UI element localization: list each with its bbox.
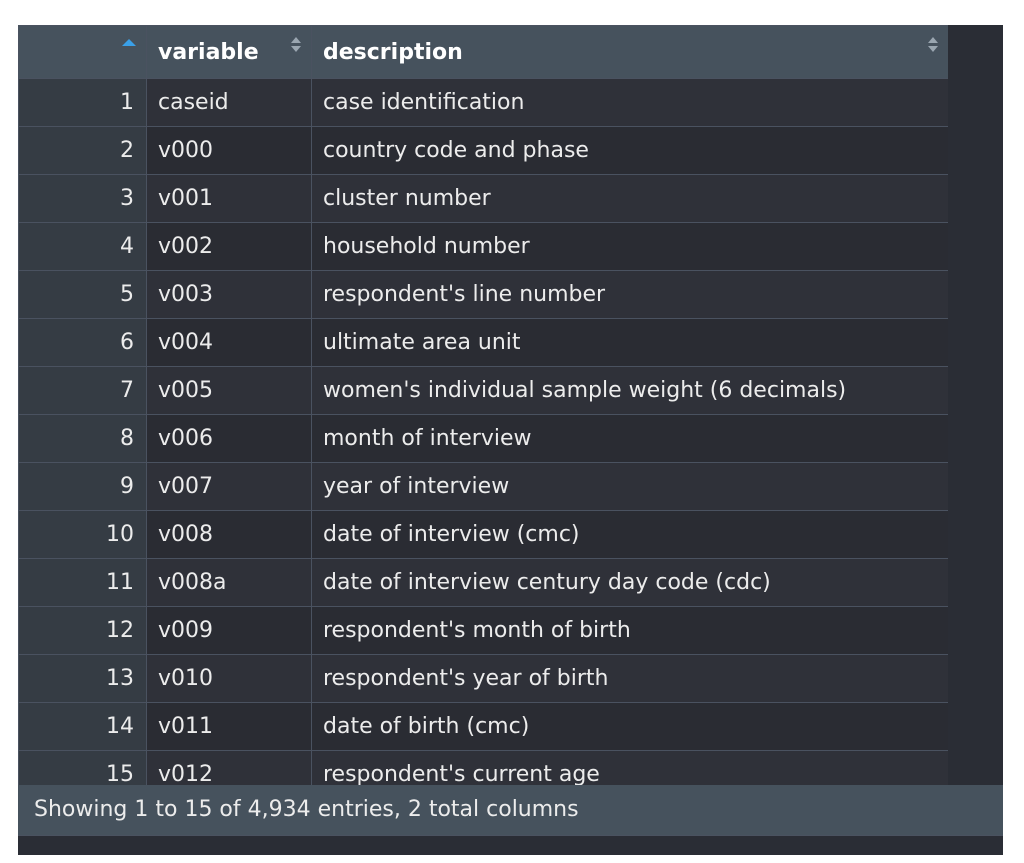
cell-variable: v003 <box>146 270 312 319</box>
table-row[interactable]: 8 v006 month of interview <box>18 414 948 463</box>
table-row[interactable]: 11 v008a date of interview century day c… <box>18 558 948 607</box>
row-index: 4 <box>18 222 147 271</box>
cell-variable: v005 <box>146 366 312 415</box>
header-label: variable <box>158 39 259 65</box>
row-index: 11 <box>18 558 147 607</box>
header-index[interactable] <box>18 25 147 79</box>
sort-both-icon[interactable] <box>291 37 301 55</box>
cell-description: household number <box>311 222 948 271</box>
table-row[interactable]: 6 v004 ultimate area unit <box>18 318 948 367</box>
cell-variable: v000 <box>146 126 312 175</box>
cell-variable: v001 <box>146 174 312 223</box>
cell-description: cluster number <box>311 174 948 223</box>
row-index: 15 <box>18 750 147 785</box>
cell-variable: v012 <box>146 750 312 785</box>
header-description[interactable]: description <box>311 25 948 79</box>
cell-variable: v004 <box>146 318 312 367</box>
cell-description: case identification <box>311 78 948 127</box>
cell-description: respondent's current age <box>311 750 948 785</box>
row-index: 12 <box>18 606 147 655</box>
row-index: 9 <box>18 462 147 511</box>
data-table: variable description 1 caseid case ident… <box>18 25 948 785</box>
table-row[interactable]: 15 v012 respondent's current age <box>18 750 948 785</box>
data-viewer: variable description 1 caseid case ident… <box>18 25 1003 855</box>
cell-variable: v011 <box>146 702 312 751</box>
header-variable[interactable]: variable <box>146 25 312 79</box>
row-index: 10 <box>18 510 147 559</box>
cell-description: date of interview century day code (cdc) <box>311 558 948 607</box>
row-index: 6 <box>18 318 147 367</box>
row-index: 1 <box>18 78 147 127</box>
sort-ascending-icon[interactable] <box>122 39 136 46</box>
cell-variable: caseid <box>146 78 312 127</box>
cell-description: date of interview (cmc) <box>311 510 948 559</box>
table-row[interactable]: 14 v011 date of birth (cmc) <box>18 702 948 751</box>
cell-description: respondent's year of birth <box>311 654 948 703</box>
cell-variable: v008a <box>146 558 312 607</box>
table-row[interactable]: 5 v003 respondent's line number <box>18 270 948 319</box>
row-index: 14 <box>18 702 147 751</box>
table-row[interactable]: 10 v008 date of interview (cmc) <box>18 510 948 559</box>
header-label: description <box>323 39 463 65</box>
row-index: 8 <box>18 414 147 463</box>
cell-description: respondent's month of birth <box>311 606 948 655</box>
table-row[interactable]: 13 v010 respondent's year of birth <box>18 654 948 703</box>
header-row: variable description <box>18 25 948 79</box>
entries-status-text: Showing 1 to 15 of 4,934 entries, 2 tota… <box>34 797 579 822</box>
cell-description: women's individual sample weight (6 deci… <box>311 366 948 415</box>
table-row[interactable]: 4 v002 household number <box>18 222 948 271</box>
cell-description: respondent's line number <box>311 270 948 319</box>
cell-description: ultimate area unit <box>311 318 948 367</box>
table-row[interactable]: 7 v005 women's individual sample weight … <box>18 366 948 415</box>
cell-variable: v007 <box>146 462 312 511</box>
empty-panel <box>948 25 1003 785</box>
table-scroll-area[interactable]: variable description 1 caseid case ident… <box>18 25 948 785</box>
row-index: 5 <box>18 270 147 319</box>
sort-both-icon[interactable] <box>928 37 938 55</box>
row-index: 7 <box>18 366 147 415</box>
cell-variable: v009 <box>146 606 312 655</box>
cell-variable: v006 <box>146 414 312 463</box>
status-bar: Showing 1 to 15 of 4,934 entries, 2 tota… <box>18 785 1003 835</box>
cell-description: country code and phase <box>311 126 948 175</box>
row-index: 2 <box>18 126 147 175</box>
bottom-edge <box>18 835 1003 855</box>
row-index: 13 <box>18 654 147 703</box>
cell-variable: v008 <box>146 510 312 559</box>
row-index: 3 <box>18 174 147 223</box>
table-row[interactable]: 9 v007 year of interview <box>18 462 948 511</box>
cell-variable: v002 <box>146 222 312 271</box>
cell-description: month of interview <box>311 414 948 463</box>
table-row[interactable]: 12 v009 respondent's month of birth <box>18 606 948 655</box>
cell-description: date of birth (cmc) <box>311 702 948 751</box>
table-row[interactable]: 3 v001 cluster number <box>18 174 948 223</box>
cell-description: year of interview <box>311 462 948 511</box>
cell-variable: v010 <box>146 654 312 703</box>
table-row[interactable]: 2 v000 country code and phase <box>18 126 948 175</box>
table-row[interactable]: 1 caseid case identification <box>18 78 948 127</box>
